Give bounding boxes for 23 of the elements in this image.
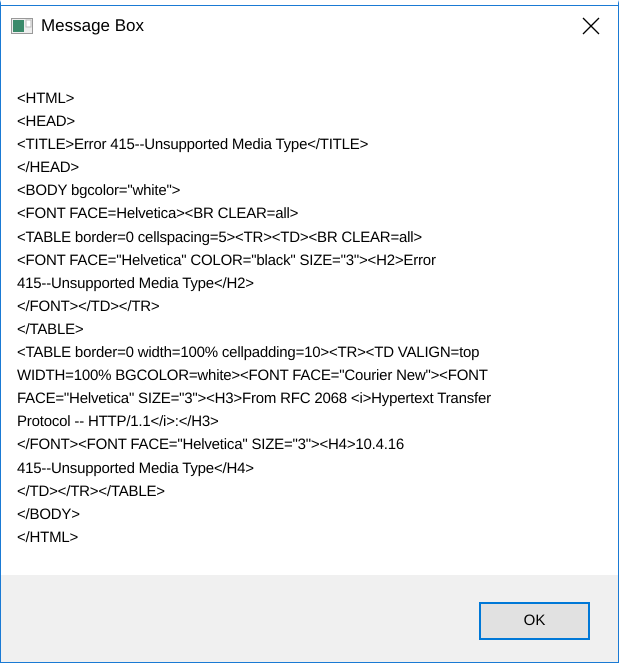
message-line: </BODY>	[17, 504, 81, 525]
message-line: </TABLE>	[17, 320, 84, 340]
message-line: <FONT FACE="Helvetica" COLOR="black" SIZE="3"><H2>Error	[17, 250, 437, 271]
message-line: <TABLE border=0 width=100% cellpadding=10><TR><TD VALIGN=top	[17, 343, 480, 364]
message-line: </HTML>	[17, 528, 80, 548]
message-line: </FONT></TD></TR>	[17, 296, 160, 317]
message-line: WIDTH=100% BGCOLOR=white><FONT FACE="Courier New"><FONT	[17, 366, 489, 386]
message-line: <FONT FACE=Helvetica><BR CLEAR=all>	[17, 204, 300, 224]
message-line: <BODY bgcolor="white">	[17, 181, 182, 202]
message-line: FACE="Helvetica" SIZE="3"><H3>From RFC 2068 <i>Hypertext Transfer	[17, 389, 492, 410]
message-line: <HTML>	[17, 89, 76, 109]
message-line: <TITLE>Error 415--Unsupported Media Type</TITLE>	[17, 135, 370, 156]
message-line: 415--Unsupported Media Type</H4>	[17, 458, 255, 478]
message-line: 415--Unsupported Media Type</H2>	[17, 274, 255, 294]
message-line: </FONT><FONT FACE="Helvetica" SIZE="3"><H4>10.4.16	[17, 435, 406, 456]
message-line: </TD></TR></TABLE>	[17, 482, 166, 502]
ok-button[interactable]: OK	[479, 602, 590, 640]
message-line: Protocol -- HTTP/1.1</i>:</H3>	[17, 412, 220, 432]
app-icon	[11, 18, 33, 34]
message-line: <TABLE border=0 cellspacing=5><TR><TD><BR CLEAR=all>	[17, 228, 423, 248]
window-title: Message Box	[41, 15, 144, 38]
message-line: </HEAD>	[17, 158, 80, 178]
message-line: <HEAD>	[17, 112, 76, 132]
